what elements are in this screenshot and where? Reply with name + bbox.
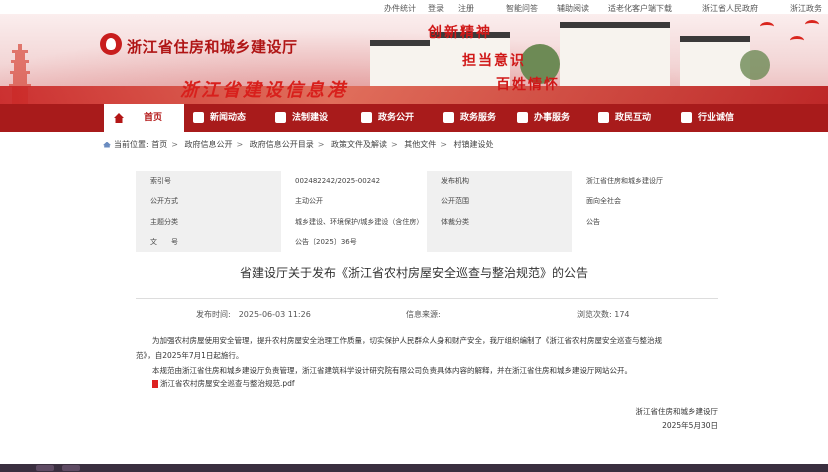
title-divider [136, 298, 718, 299]
nav-item-interaction[interactable]: 政民互动 [598, 104, 651, 132]
nav-item-gov-open[interactable]: 政务公开 [361, 104, 414, 132]
login-link[interactable]: 登录 [428, 3, 444, 14]
meta-key: 发布机构 [427, 171, 572, 192]
nav-label: 政民互动 [615, 113, 652, 123]
meta-value [572, 231, 718, 252]
attachment-name: 浙江省农村房屋安全巡查与整治规范.pdf [160, 379, 295, 388]
publish-time: 发布时间: 2025-06-03 11:26 [196, 310, 311, 319]
breadcrumb-item[interactable]: 村镇建设处 [454, 140, 494, 149]
bird-illustration [790, 36, 804, 45]
body-paragraph: 为加强农村房屋使用安全管理，提升农村房屋安全治理工作质量，切实保护人民群众人身和… [152, 336, 662, 345]
tree-illustration [740, 50, 770, 80]
bird-illustration [805, 20, 819, 29]
smart-qa-link[interactable]: 智能问答 [506, 3, 538, 14]
table-row: 公开方式 主动公开 公开范围 面向全社会 [136, 191, 718, 212]
nav-label: 法制建设 [292, 113, 329, 123]
meta-value: 公告 [572, 211, 718, 232]
nav-item-gov-service[interactable]: 政务服务 [443, 104, 496, 132]
stats-link[interactable]: 办件统计 [384, 3, 416, 14]
taskbar-app[interactable] [36, 465, 54, 471]
meta-value: 城乡建设、环境保护/城乡建设（含住房） [281, 211, 427, 232]
breadcrumb-item[interactable]: 政府信息公开 [185, 140, 233, 149]
register-link[interactable]: 注册 [458, 3, 474, 14]
info-source: 信息来源: [406, 310, 441, 319]
nav-home-label: 首页 [144, 113, 163, 123]
nav-item-home[interactable]: 首页 [104, 104, 184, 132]
location-icon [103, 141, 111, 148]
nav-label: 新闻动态 [210, 113, 247, 123]
banner-red-band [0, 86, 828, 104]
meta-key: 主题分类 [136, 211, 281, 232]
meta-key: 体裁分类 [427, 211, 572, 232]
site-logo-icon[interactable] [100, 33, 122, 55]
nav-item-affairs[interactable]: 办事服务 [517, 104, 570, 132]
table-row: 索引号 002482242/2025-00242 发布机构 浙江省住房和城乡建设… [136, 171, 718, 192]
breadcrumb-prefix: 当前位置: [114, 140, 149, 149]
meta-value: 公告〔2025〕36号 [281, 231, 427, 252]
slogan-2: 担当意识 [462, 53, 526, 69]
nav-label: 办事服务 [534, 113, 571, 123]
site-banner: 浙江省住房和城乡建设厅 浙江省建设信息港 创新精神 担当意识 百姓情怀 [0, 14, 828, 104]
home-icon [114, 113, 124, 123]
slogan-3: 百姓情怀 [496, 77, 560, 93]
breadcrumb-item[interactable]: 政府信息公开目录 [250, 140, 314, 149]
document-meta-table: 索引号 002482242/2025-00242 发布机构 浙江省住房和城乡建设… [136, 171, 718, 252]
meta-key: 公开方式 [136, 191, 281, 212]
body-paragraph: 范》，自2025年7月1日起施行。 [136, 351, 244, 360]
nav-item-news[interactable]: 新闻动态 [193, 104, 246, 132]
nav-label: 行业诚信 [698, 113, 735, 123]
site-title[interactable]: 浙江省住房和城乡建设厅 [127, 36, 298, 57]
site-subtitle: 浙江省建设信息港 [180, 80, 348, 101]
table-row: 主题分类 城乡建设、环境保护/城乡建设（含住房） 体裁分类 公告 [136, 211, 718, 232]
meta-value: 002482242/2025-00242 [281, 171, 427, 192]
breadcrumb-item[interactable]: 首页 [151, 140, 167, 149]
service-icon [443, 112, 454, 123]
meta-key: 索引号 [136, 171, 281, 192]
pdf-icon [152, 380, 158, 388]
law-icon [275, 112, 286, 123]
signature-date: 2025年5月30日 [662, 421, 718, 430]
credit-icon [681, 112, 692, 123]
document-title: 省建设厅关于发布《浙江省农村房屋安全巡查与整治规范》的公告 [239, 266, 588, 280]
house-illustration [370, 40, 430, 86]
zj-gov-link[interactable]: 浙江省人民政府 [702, 3, 758, 14]
top-utility-bar: 办件统计 登录 注册 智能问答 辅助阅读 适老化客户端下载 浙江省人民政府 浙江… [0, 0, 828, 14]
assisted-reading-link[interactable]: 辅助阅读 [557, 3, 589, 14]
affairs-icon [517, 112, 528, 123]
nav-label: 政务公开 [378, 113, 415, 123]
house-illustration [560, 22, 670, 86]
breadcrumb-item[interactable]: 其他文件 [404, 140, 436, 149]
view-count: 浏览次数: 174 [577, 310, 630, 319]
meta-value: 浙江省住房和城乡建设厅 [572, 171, 718, 192]
bird-illustration [760, 22, 774, 31]
interaction-icon [598, 112, 609, 123]
slogan-1: 创新精神 [428, 25, 492, 41]
news-icon [193, 112, 204, 123]
zj-affairs-link[interactable]: 浙江政务 [790, 3, 822, 14]
os-taskbar [0, 464, 828, 472]
meta-value: 面向全社会 [572, 191, 718, 212]
nav-label: 政务服务 [460, 113, 497, 123]
meta-key [427, 231, 572, 252]
signature-org: 浙江省住房和城乡建设厅 [635, 407, 719, 416]
breadcrumb-item[interactable]: 政策文件及解读 [331, 140, 387, 149]
breadcrumb: 当前位置: 首页 > 政府信息公开 > 政府信息公开目录 > 政策文件及解读 > 其他文… [103, 139, 494, 150]
elderly-client-link[interactable]: 适老化客户端下载 [608, 3, 672, 14]
attachment-link[interactable]: 浙江省农村房屋安全巡查与整治规范.pdf [152, 378, 295, 389]
meta-key: 公开范围 [427, 191, 572, 212]
body-paragraph: 本规范由浙江省住房和城乡建设厅负责管理，浙江省建筑科学设计研究院有限公司负责具体… [152, 366, 632, 375]
nav-item-credit[interactable]: 行业诚信 [681, 104, 734, 132]
table-row: 文 号 公告〔2025〕36号 [136, 231, 718, 252]
main-nav: 首页 新闻动态 法制建设 政务公开 政务服务 办事服务 政民互动 行业诚信 [0, 104, 828, 132]
gov-open-icon [361, 112, 372, 123]
nav-item-law[interactable]: 法制建设 [275, 104, 328, 132]
taskbar-app[interactable] [62, 465, 80, 471]
meta-value: 主动公开 [281, 191, 427, 212]
meta-key: 文 号 [136, 231, 281, 252]
